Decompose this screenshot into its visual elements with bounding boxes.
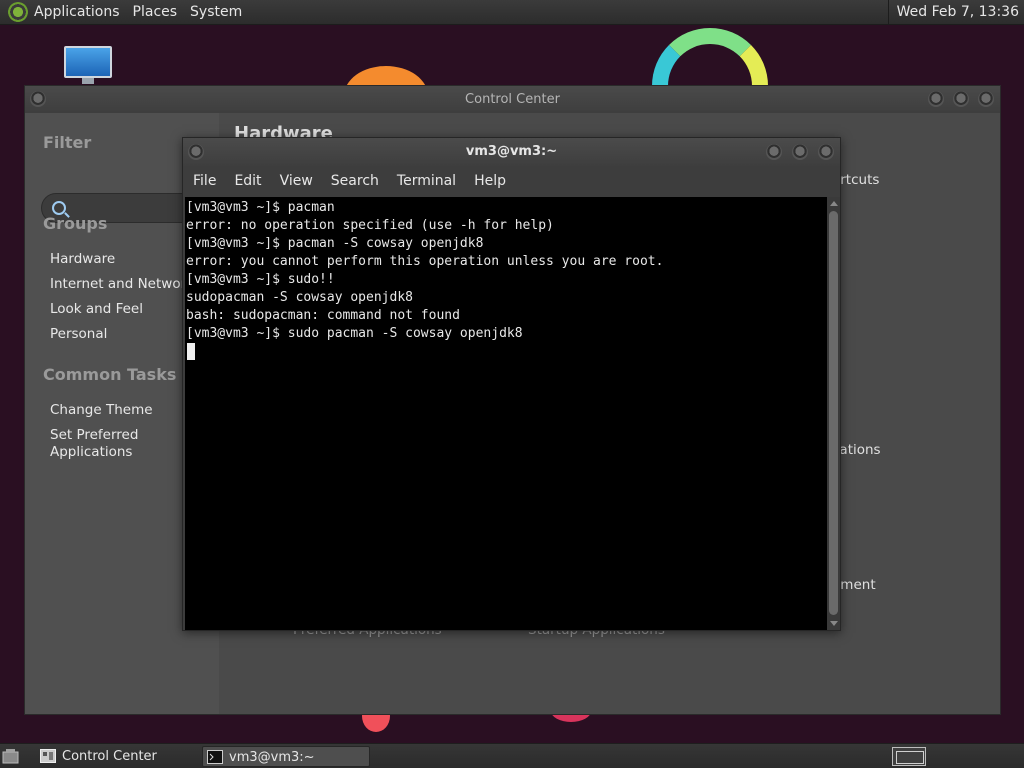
search-icon xyxy=(52,201,66,215)
scroll-down-icon[interactable] xyxy=(830,621,838,626)
terminal-line: error: you cannot perform this operation… xyxy=(186,254,664,269)
terminal-scroll-thumb[interactable] xyxy=(829,211,838,615)
terminal-line: [vm3@vm3 ~]$ pacman xyxy=(186,200,335,215)
terminal-line: sudopacman -S cowsay openjdk8 xyxy=(186,290,413,305)
menu-view[interactable]: View xyxy=(280,173,313,189)
terminal-titlebar[interactable]: vm3@vm3:~ xyxy=(183,138,840,166)
task-set-preferred-line1: Set Preferred xyxy=(50,427,139,443)
common-tasks-heading: Common Tasks xyxy=(43,365,177,384)
bottom-panel: Control Center vm3@vm3:~ xyxy=(0,743,1024,768)
minimize-icon[interactable] xyxy=(928,91,944,107)
taskbar-control-center[interactable]: Control Center xyxy=(36,746,198,767)
task-set-preferred-line2: Applications xyxy=(50,444,133,460)
taskbar-control-center-label: Control Center xyxy=(62,749,157,764)
terminal-close-icon[interactable] xyxy=(818,144,834,160)
menu-terminal[interactable]: Terminal xyxy=(397,173,456,189)
terminal-menubar: File Edit View Search Terminal Help xyxy=(183,166,840,196)
distro-logo-icon[interactable] xyxy=(8,2,28,22)
taskbar-terminal[interactable]: vm3@vm3:~ xyxy=(202,746,370,767)
system-menu[interactable]: System xyxy=(190,4,251,20)
group-internet-and-network[interactable]: Internet and Network xyxy=(50,276,194,293)
terminal-line: error: no operation specified (use -h fo… xyxy=(186,218,554,233)
taskbar-terminal-label: vm3@vm3:~ xyxy=(229,750,315,765)
group-personal[interactable]: Personal xyxy=(50,326,107,343)
terminal-line: [vm3@vm3 ~]$ sudo!! xyxy=(186,272,335,287)
terminal-line: bash: sudopacman: command not found xyxy=(186,308,460,323)
group-look-and-feel[interactable]: Look and Feel xyxy=(50,301,143,318)
control-center-title: Control Center xyxy=(465,92,560,107)
terminal-maximize-icon[interactable] xyxy=(792,144,808,160)
task-change-theme[interactable]: Change Theme xyxy=(50,402,153,419)
terminal-minimize-icon[interactable] xyxy=(766,144,782,160)
menu-edit[interactable]: Edit xyxy=(234,173,261,189)
menu-help[interactable]: Help xyxy=(474,173,506,189)
control-center-app-icon xyxy=(40,749,56,763)
places-menu[interactable]: Places xyxy=(133,4,187,20)
terminal-app-icon xyxy=(207,750,223,764)
groups-heading: Groups xyxy=(43,214,108,233)
scroll-up-icon[interactable] xyxy=(830,201,838,206)
show-desktop-icon[interactable] xyxy=(0,746,22,766)
terminal-line: [vm3@vm3 ~]$ pacman -S cowsay openjdk8 xyxy=(186,236,484,251)
terminal-title: vm3@vm3:~ xyxy=(465,144,558,159)
terminal-scrollbar[interactable] xyxy=(827,197,840,630)
maximize-icon[interactable] xyxy=(953,91,969,107)
menu-file[interactable]: File xyxy=(193,173,216,189)
window-menu-icon[interactable] xyxy=(30,91,46,107)
terminal-output-area[interactable]: [vm3@vm3 ~]$ pacman error: no operation s… xyxy=(185,197,827,630)
filter-heading: Filter xyxy=(43,133,92,152)
computer-desktop-icon[interactable] xyxy=(64,46,112,86)
menu-search[interactable]: Search xyxy=(331,173,379,189)
group-hardware[interactable]: Hardware xyxy=(50,251,115,268)
terminal-line: [vm3@vm3 ~]$ sudo pacman -S cowsay openj… xyxy=(186,326,523,341)
workspace-switcher[interactable] xyxy=(892,747,926,766)
clock[interactable]: Wed Feb 7, 13:36 xyxy=(887,0,1024,25)
terminal-cursor xyxy=(187,343,195,360)
terminal-window: vm3@vm3:~ File Edit View Search Terminal… xyxy=(182,137,841,631)
terminal-output: [vm3@vm3 ~]$ pacman error: no operation s… xyxy=(185,197,827,366)
control-center-titlebar[interactable]: Control Center xyxy=(25,86,1000,113)
applications-menu[interactable]: Applications xyxy=(34,4,129,20)
terminal-window-menu-icon[interactable] xyxy=(188,144,204,160)
close-icon[interactable] xyxy=(978,91,994,107)
task-set-preferred-applications[interactable]: Set Preferred Applications xyxy=(50,427,138,461)
top-panel: Applications Places System Wed Feb 7, 13… xyxy=(0,0,1024,25)
